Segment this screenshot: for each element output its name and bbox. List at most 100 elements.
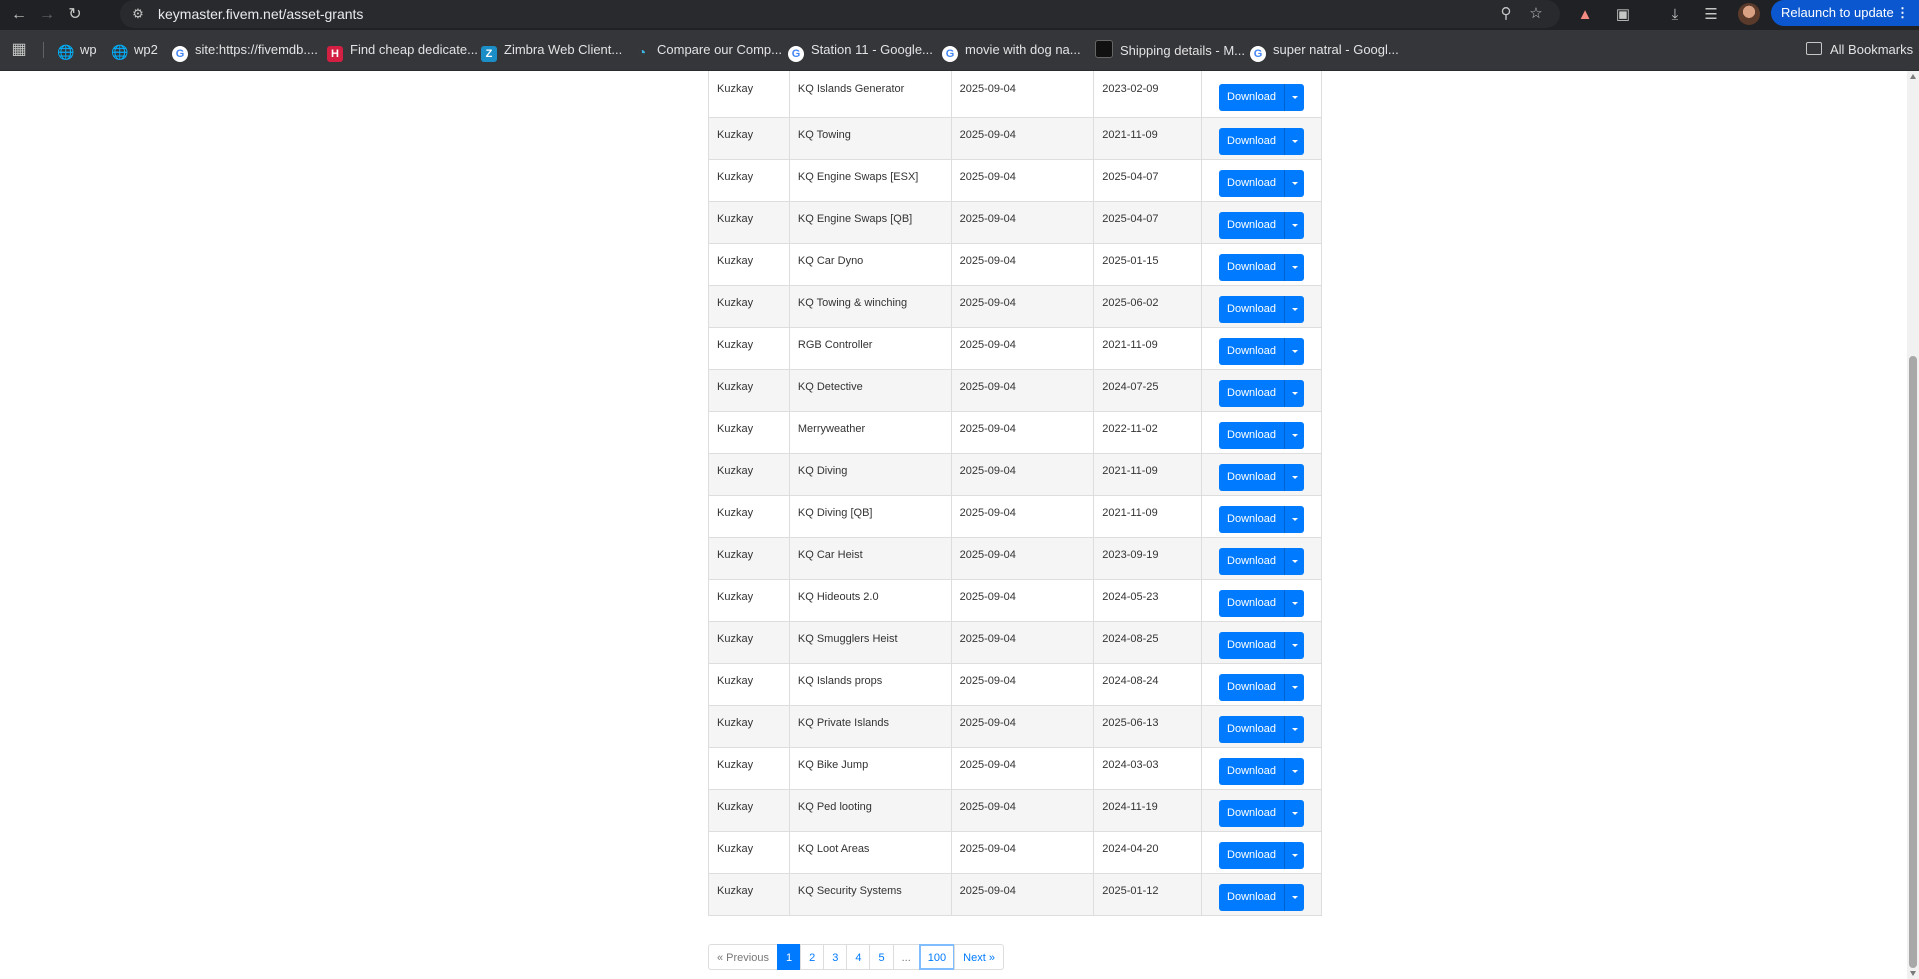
download-button[interactable]: Download — [1219, 884, 1284, 911]
action-cell: Download — [1201, 536, 1322, 580]
bookmarks-divider — [43, 42, 44, 58]
download-button[interactable]: Download — [1219, 380, 1284, 407]
created-date-cell: 2021-11-09 — [1093, 116, 1203, 160]
pagination-page-last[interactable]: 100 — [918, 944, 956, 970]
relaunch-button[interactable]: Relaunch to update ⋮ — [1771, 0, 1919, 26]
download-button[interactable]: Download — [1219, 254, 1284, 281]
download-button[interactable]: Download — [1219, 83, 1284, 111]
download-button[interactable]: Download — [1219, 464, 1284, 491]
download-button[interactable]: Download — [1219, 506, 1284, 533]
table-row: Kuzkay KQ Ped looting 2025-09-04 2024-11-19… — [708, 788, 1322, 832]
caret-down-icon — [1292, 392, 1298, 395]
bookmark-item[interactable]: 🌐 wp — [57, 40, 97, 60]
bookmark-item[interactable]: Gsite:https://fivemdb.... — [172, 40, 318, 62]
download-button[interactable]: Download — [1219, 212, 1284, 239]
download-button-group: Download — [1219, 632, 1304, 659]
download-button[interactable]: Download — [1219, 548, 1284, 575]
downloads-icon[interactable]: ⤓ — [1664, 4, 1686, 26]
scroll-up-arrow-icon[interactable] — [1910, 74, 1916, 79]
owner-cell-text: Kuzkay — [717, 422, 754, 435]
warning-icon[interactable]: ▲ — [1574, 4, 1596, 26]
download-options-toggle[interactable] — [1284, 548, 1304, 575]
owner-cell: Kuzkay — [708, 452, 790, 496]
download-button[interactable]: Download — [1219, 800, 1284, 827]
reload-icon[interactable]: ↻ — [64, 4, 86, 26]
google-icon: G — [1250, 46, 1266, 62]
download-button[interactable]: Download — [1219, 170, 1284, 197]
bookmark-item[interactable]: Gsuper natral - Googl... — [1250, 40, 1399, 62]
download-options-toggle[interactable] — [1284, 506, 1304, 533]
download-options-toggle[interactable] — [1284, 884, 1304, 911]
download-options-toggle[interactable] — [1284, 380, 1304, 407]
forward-arrow-icon[interactable]: → — [36, 4, 58, 26]
bookmark-item[interactable]: ◔ Compare our Comp... — [634, 40, 782, 60]
download-options-toggle[interactable] — [1284, 464, 1304, 491]
download-options-toggle[interactable] — [1284, 212, 1304, 239]
download-options-toggle[interactable] — [1284, 842, 1304, 869]
download-button[interactable]: Download — [1219, 128, 1284, 155]
download-button[interactable]: Download — [1219, 296, 1284, 323]
menu-kebab-icon[interactable]: ⋮ — [1896, 0, 1909, 26]
bookmark-item[interactable]: Z Zimbra Web Client... — [481, 40, 622, 62]
download-options-toggle[interactable] — [1284, 422, 1304, 449]
download-options-toggle[interactable] — [1284, 590, 1304, 617]
bookmark-item[interactable]: Shipping details - M... — [1095, 40, 1245, 60]
pagination-page-5[interactable]: 5 — [869, 944, 894, 970]
pagination-page-3[interactable]: 3 — [823, 944, 848, 970]
zoom-icon[interactable]: ⚲ — [1496, 4, 1516, 24]
download-button[interactable]: Download — [1219, 758, 1284, 785]
created-date-cell-text: 2023-09-19 — [1102, 548, 1159, 561]
address-bar[interactable]: ⚙ keymaster.fivem.net/asset-grants ⚲ ☆ — [120, 0, 1560, 28]
download-options-toggle[interactable] — [1284, 170, 1304, 197]
download-options-toggle[interactable] — [1284, 128, 1304, 155]
created-date-cell: 2024-08-24 — [1093, 662, 1203, 706]
bookmark-item[interactable]: 🌐 wp2 — [111, 40, 158, 60]
download-options-toggle[interactable] — [1284, 632, 1304, 659]
granted-date-cell: 2025-09-04 — [950, 704, 1095, 748]
apps-grid-icon[interactable]: ▦ — [10, 41, 28, 59]
download-options-toggle[interactable] — [1284, 254, 1304, 281]
owner-cell: Kuzkay — [708, 200, 790, 244]
download-options-toggle[interactable] — [1284, 674, 1304, 701]
download-options-toggle[interactable] — [1284, 83, 1304, 111]
download-options-toggle[interactable] — [1284, 800, 1304, 827]
media-control-icon[interactable]: ☰ — [1700, 4, 1722, 26]
pagination-page-4[interactable]: 4 — [846, 944, 871, 970]
scroll-down-arrow-icon[interactable] — [1910, 971, 1916, 976]
table-row: Kuzkay KQ Diving [QB] 2025-09-04 2021-11-09… — [708, 494, 1322, 538]
owner-cell: Kuzkay — [708, 284, 790, 328]
all-bookmarks-button[interactable]: All Bookmarks — [1806, 40, 1913, 60]
site-info-icon[interactable]: ⚙ — [130, 6, 146, 22]
page-scrollbar[interactable] — [1907, 71, 1919, 979]
download-options-toggle[interactable] — [1284, 758, 1304, 785]
bookmark-item[interactable]: Gmovie with dog na... — [942, 40, 1081, 62]
download-button[interactable]: Download — [1219, 674, 1284, 701]
table-row: Kuzkay KQ Loot Areas 2025-09-04 2024-04-20 D… — [708, 830, 1322, 874]
download-options-toggle[interactable] — [1284, 296, 1304, 323]
pagination-next[interactable]: Next » — [954, 944, 1004, 970]
download-button[interactable]: Download — [1219, 632, 1284, 659]
owner-cell-text: Kuzkay — [717, 632, 754, 645]
bookmark-item[interactable]: H Find cheap dedicate... — [327, 40, 478, 62]
download-options-toggle[interactable] — [1284, 716, 1304, 743]
extensions-icon[interactable]: ▣ — [1612, 4, 1634, 26]
caret-down-icon — [1292, 560, 1298, 563]
download-button[interactable]: Download — [1219, 338, 1284, 365]
asset-name-cell: KQ Car Dyno — [788, 242, 952, 286]
pagination-page-2[interactable]: 2 — [800, 944, 825, 970]
scrollbar-thumb[interactable] — [1909, 356, 1917, 968]
download-button[interactable]: Download — [1219, 422, 1284, 449]
url-text[interactable]: keymaster.fivem.net/asset-grants — [158, 6, 363, 22]
bookmark-star-icon[interactable]: ☆ — [1526, 4, 1546, 24]
granted-date-cell: 2025-09-04 — [950, 116, 1095, 160]
bookmark-item[interactable]: G Station 11 - Google... — [788, 40, 933, 62]
download-button[interactable]: Download — [1219, 842, 1284, 869]
back-arrow-icon[interactable]: ← — [8, 4, 30, 26]
pagination-previous[interactable]: « Previous — [708, 944, 778, 970]
pagination-page-1[interactable]: 1 — [776, 944, 802, 970]
granted-date-cell: 2025-09-04 — [950, 71, 1095, 118]
profile-avatar[interactable] — [1738, 3, 1760, 25]
download-button[interactable]: Download — [1219, 716, 1284, 743]
download-button[interactable]: Download — [1219, 590, 1284, 617]
download-options-toggle[interactable] — [1284, 338, 1304, 365]
